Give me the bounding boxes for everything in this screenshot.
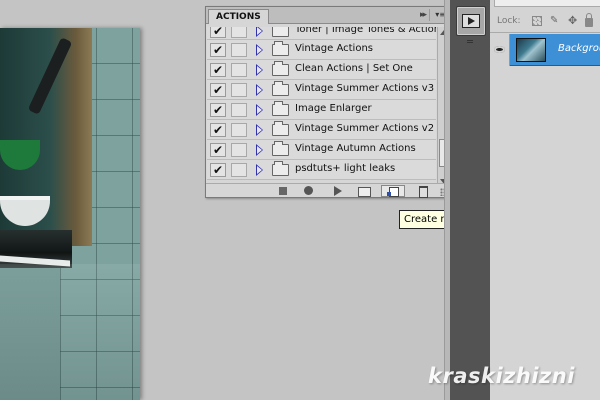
toggle-item-checkbox[interactable]: ✔: [210, 83, 226, 97]
action-set-label: psdtuts+ light leaks: [295, 163, 396, 174]
layer-name: Background: [558, 43, 600, 54]
folder-icon: [272, 81, 289, 96]
new-action-icon[interactable]: [381, 185, 405, 197]
actions-list: ✔ Toner | Image Tones & Actions ✔ Vintag…: [207, 27, 436, 187]
expand-triangle-icon[interactable]: [256, 104, 263, 116]
photo-shade: [0, 264, 140, 400]
tab-actions[interactable]: ACTIONS: [208, 9, 269, 24]
action-set-row[interactable]: ✔ psdtuts+ light leaks: [207, 160, 436, 180]
folder-icon: [272, 101, 289, 116]
toggle-item-checkbox[interactable]: ✔: [210, 143, 226, 157]
divider: [490, 32, 600, 33]
document-canvas[interactable]: [0, 28, 140, 400]
toggle-dialog-box[interactable]: [231, 27, 247, 38]
layer-row-background[interactable]: Background: [490, 34, 600, 66]
action-set-label: Vintage Summer Actions v3: [295, 83, 435, 94]
folder-icon: [272, 161, 289, 176]
eye-icon[interactable]: [490, 34, 510, 66]
stop-icon[interactable]: [276, 186, 290, 196]
toggle-item-checkbox[interactable]: ✔: [210, 163, 226, 177]
trash-icon[interactable]: [416, 186, 430, 198]
play-icon[interactable]: [331, 186, 345, 196]
lock-image-pixels-icon[interactable]: ✎: [550, 16, 560, 26]
actions-tabbar: ACTIONS ▸▸ ▾≡: [206, 7, 449, 24]
toggle-dialog-box[interactable]: [231, 43, 247, 57]
toggle-dialog-box[interactable]: [231, 143, 247, 157]
expand-triangle-icon[interactable]: [256, 44, 263, 56]
lock-label: Lock:: [497, 16, 521, 26]
collapse-icon[interactable]: ▸▸: [420, 10, 427, 20]
action-set-label: Image Enlarger: [295, 103, 372, 114]
folder-icon: [272, 61, 289, 76]
layer-thumbnail: [516, 38, 546, 62]
new-set-icon[interactable]: [357, 186, 371, 197]
layers-panel: Lock: ✎ ✥ Background: [490, 0, 600, 400]
dock-grip-icon[interactable]: [467, 40, 473, 43]
actions-footer: [206, 183, 449, 198]
expand-triangle-icon[interactable]: [256, 144, 263, 156]
action-set-row[interactable]: ✔ Vintage Summer Actions v3: [207, 80, 436, 100]
expand-triangle-icon[interactable]: [256, 124, 263, 136]
action-set-row[interactable]: ✔ Image Enlarger: [207, 100, 436, 120]
action-set-row[interactable]: ✔ Clean Actions | Set One: [207, 60, 436, 80]
expand-triangle-icon[interactable]: [256, 164, 263, 176]
action-set-row[interactable]: ✔ Vintage Summer Actions v2: [207, 120, 436, 140]
lock-pixels-icon[interactable]: [532, 16, 542, 26]
action-set-row[interactable]: ✔ Vintage Autumn Actions: [207, 140, 436, 160]
panel-dock: [450, 0, 490, 400]
folder-icon: [272, 141, 289, 156]
lock-bar: Lock: ✎ ✥: [490, 12, 600, 30]
action-set-row[interactable]: ✔ Toner | Image Tones & Actions: [207, 27, 436, 40]
actions-dock-button[interactable]: [456, 6, 486, 36]
toggle-dialog-box[interactable]: [231, 103, 247, 117]
expand-triangle-icon[interactable]: [256, 84, 263, 96]
expand-triangle-icon[interactable]: [256, 27, 263, 37]
actions-panel-icon: [462, 14, 480, 28]
action-set-label: Vintage Actions: [295, 43, 373, 54]
watermark: kraskizhizni: [428, 364, 575, 388]
action-set-label: Vintage Summer Actions v2: [295, 123, 435, 134]
actions-panel: ACTIONS ▸▸ ▾≡ ✔ Toner | Image Tones & Ac…: [205, 6, 450, 198]
folder-icon: [272, 121, 289, 136]
toggle-dialog-box[interactable]: [231, 63, 247, 77]
action-set-row[interactable]: ✔ Vintage Actions: [207, 40, 436, 60]
toggle-dialog-box[interactable]: [231, 83, 247, 97]
folder-icon: [272, 41, 289, 56]
toggle-dialog-box[interactable]: [231, 123, 247, 137]
expand-triangle-icon[interactable]: [256, 64, 263, 76]
lock-all-icon[interactable]: [585, 13, 593, 27]
action-set-label: Clean Actions | Set One: [295, 63, 413, 74]
record-icon[interactable]: [302, 186, 316, 196]
toggle-item-checkbox[interactable]: ✔: [210, 27, 226, 38]
toggle-item-checkbox[interactable]: ✔: [210, 123, 226, 137]
toggle-item-checkbox[interactable]: ✔: [210, 63, 226, 77]
toggle-dialog-box[interactable]: [231, 163, 247, 177]
lock-position-icon[interactable]: ✥: [568, 15, 578, 26]
action-set-label: Vintage Autumn Actions: [295, 143, 416, 154]
toggle-item-checkbox[interactable]: ✔: [210, 43, 226, 57]
folder-icon: [272, 27, 289, 37]
toggle-item-checkbox[interactable]: ✔: [210, 103, 226, 117]
action-set-label: Toner | Image Tones & Actions: [295, 27, 436, 35]
layers-filter-field[interactable]: [494, 0, 600, 7]
